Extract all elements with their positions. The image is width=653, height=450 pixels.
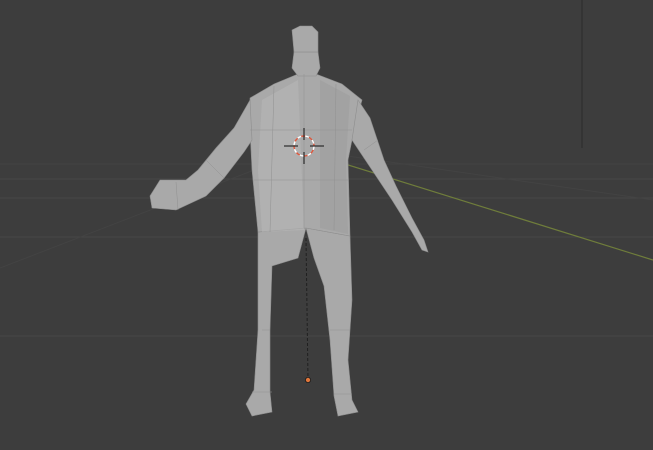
mesh-right-arm[interactable]	[351, 99, 429, 253]
mesh-right-leg[interactable]	[305, 227, 359, 417]
mesh-head[interactable]	[291, 25, 319, 53]
x-axis-line	[299, 149, 653, 261]
viewport-canvas[interactable]	[0, 0, 653, 450]
origin-dashed-line	[305, 237, 309, 381]
mesh-left-arm[interactable]	[149, 98, 253, 211]
mesh-torso-highlight	[258, 80, 304, 232]
grid-line	[305, 149, 653, 201]
object-origin-point[interactable]	[304, 376, 311, 383]
humanoid-mesh[interactable]	[149, 25, 429, 417]
3d-viewport[interactable]	[0, 0, 653, 450]
mesh-neck[interactable]	[291, 51, 321, 77]
mesh-left-leg[interactable]	[245, 227, 307, 417]
